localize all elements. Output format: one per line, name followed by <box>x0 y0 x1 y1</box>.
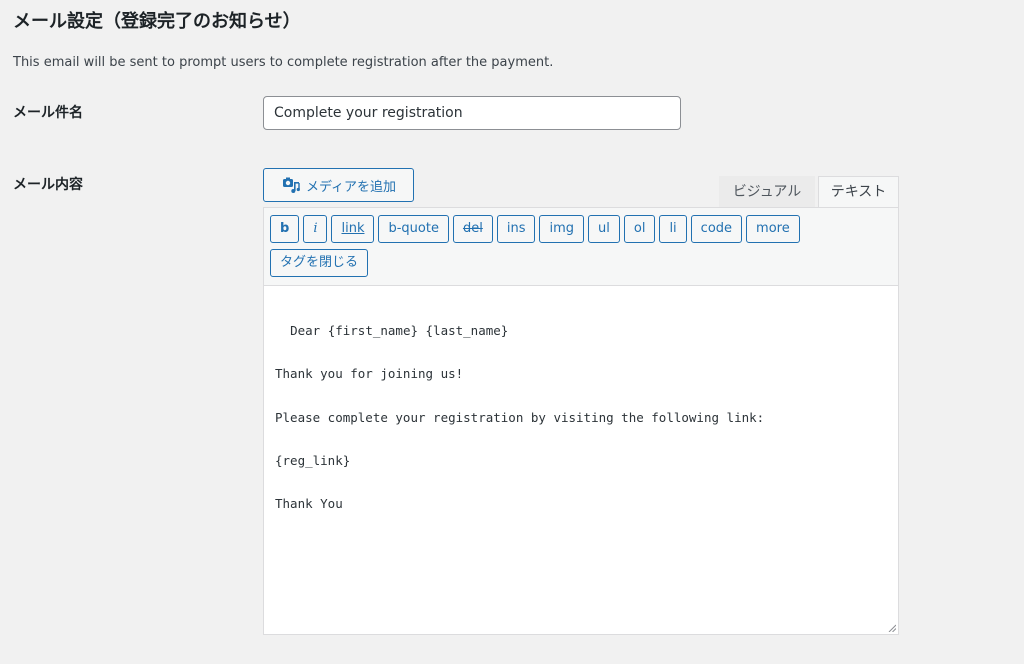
email-content-textarea[interactable]: Dear {first_name} {last_name} Thank you … <box>263 285 899 635</box>
tab-text[interactable]: テキスト <box>818 176 899 208</box>
quicktag-ins-button[interactable]: ins <box>496 215 536 243</box>
email-subject-label: メール件名 <box>13 105 83 121</box>
quicktag-bold-button[interactable]: b <box>270 215 300 243</box>
quicktag-ol-button[interactable]: ol <box>623 215 656 243</box>
quicktags-row: タグを閉じる <box>270 249 892 277</box>
email-content-label: メール内容 <box>13 177 83 193</box>
quicktag-italic-button[interactable]: i <box>303 215 328 243</box>
close-tags-button[interactable]: タグを閉じる <box>270 249 369 277</box>
resize-handle-icon[interactable] <box>888 624 896 632</box>
add-media-label: メディアを追加 <box>305 179 397 195</box>
quicktag-more-button[interactable]: more <box>746 215 800 243</box>
email-subject-input[interactable] <box>263 96 681 130</box>
section-title: メール設定（登録完了のお知らせ） <box>13 11 301 32</box>
tab-visual[interactable]: ビジュアル <box>719 176 815 208</box>
quicktag-del-button[interactable]: del <box>452 215 493 243</box>
quicktag-link-button[interactable]: link <box>331 215 375 243</box>
quicktags-row: b i link b-quote del ins img ul ol li co… <box>270 215 892 243</box>
quicktag-code-button[interactable]: code <box>690 215 743 243</box>
add-media-button[interactable]: メディアを追加 <box>263 168 414 202</box>
quicktag-img-button[interactable]: img <box>539 215 584 243</box>
section-description: This email will be sent to prompt users … <box>13 55 554 70</box>
quicktag-ul-button[interactable]: ul <box>588 215 620 243</box>
quicktag-li-button[interactable]: li <box>659 215 687 243</box>
quicktag-blockquote-button[interactable]: b-quote <box>378 215 449 243</box>
email-content-text: Dear {first_name} {last_name} Thank you … <box>275 322 765 512</box>
quicktags-toolbar: b i link b-quote del ins img ul ol li co… <box>263 207 899 285</box>
media-camera-music-icon <box>281 175 301 195</box>
